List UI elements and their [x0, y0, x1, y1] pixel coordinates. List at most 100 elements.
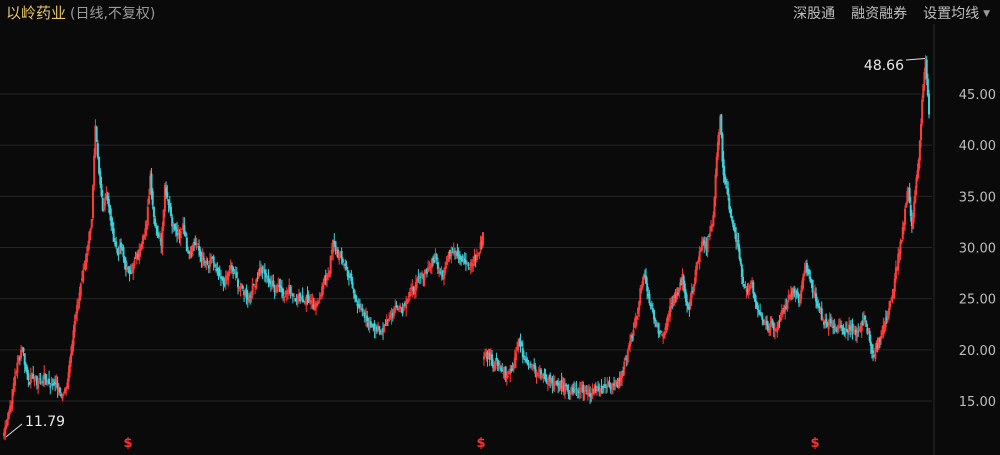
candle-body	[301, 295, 304, 302]
candle-body	[67, 372, 70, 382]
candle-body	[350, 273, 353, 282]
candle-body	[864, 315, 867, 320]
candle-body	[195, 245, 198, 249]
y-tick-label: 15.00	[959, 395, 996, 410]
dividend-marker[interactable]: $	[476, 436, 485, 451]
candle-body	[626, 350, 629, 363]
candle-body	[189, 254, 192, 256]
candle-body	[190, 253, 193, 255]
candle-body	[351, 281, 354, 289]
candle-body	[213, 265, 216, 267]
candle-body	[317, 302, 320, 304]
candle-body	[49, 385, 52, 388]
candle-body	[232, 267, 235, 272]
candle-body	[82, 269, 85, 282]
candle-body	[472, 263, 475, 267]
candle-body	[196, 243, 199, 245]
candle-body	[74, 314, 77, 319]
candle-body	[112, 228, 115, 242]
candle-body	[159, 236, 162, 238]
candle-body	[16, 362, 19, 373]
candle-body	[322, 284, 325, 290]
candle-body	[318, 297, 321, 300]
candle-body	[20, 349, 23, 359]
candle-body	[752, 282, 755, 294]
candle-body	[61, 394, 64, 399]
candle-body	[177, 231, 180, 233]
candle-body	[76, 304, 79, 314]
candle-body	[27, 373, 30, 381]
candle-body	[180, 229, 183, 231]
candle-body	[120, 242, 123, 248]
y-tick-label: 35.00	[959, 190, 996, 205]
candle-body	[44, 374, 47, 380]
candle-body	[33, 378, 36, 382]
y-tick-label: 25.00	[959, 293, 996, 308]
candle-body	[913, 201, 916, 218]
candle-body	[361, 308, 364, 312]
candle-body	[77, 301, 80, 304]
candlestick-chart[interactable]: 45.00 40.00 35.00 30.00 25.00 20.00 15.00 48.66…	[0, 0, 1000, 455]
candle-body	[412, 287, 415, 292]
dividend-marker[interactable]: $	[810, 436, 819, 451]
candle-body	[282, 289, 285, 296]
candle-body	[302, 300, 305, 303]
candle-body	[273, 284, 276, 293]
candle-body	[140, 243, 143, 249]
dividend-marker[interactable]: $	[123, 436, 132, 451]
candle-body	[467, 263, 470, 267]
candle-body	[257, 269, 260, 278]
candle-body	[283, 296, 286, 298]
candle-body	[150, 173, 153, 194]
y-tick-label: 20.00	[959, 344, 996, 359]
candle-body	[583, 391, 586, 395]
candle-body	[241, 286, 244, 289]
candle-body	[388, 319, 391, 321]
candle-body	[230, 265, 233, 268]
candle-body	[385, 320, 388, 326]
candle-body	[212, 256, 215, 263]
candle-body	[378, 326, 381, 330]
candle-body	[439, 271, 442, 274]
candle-body	[133, 260, 136, 267]
min-price-label: 11.79	[25, 414, 65, 430]
candle-body	[151, 191, 154, 206]
candle-body	[7, 411, 10, 420]
candle-body	[109, 205, 112, 215]
candle-body	[400, 307, 403, 309]
candle-body	[872, 350, 875, 354]
candle-body	[347, 277, 350, 279]
candle-body	[761, 316, 764, 320]
candle-body	[161, 226, 164, 249]
candle-body	[89, 228, 92, 234]
candle-body	[419, 276, 422, 278]
candle-body	[237, 279, 240, 288]
candle-body	[38, 380, 41, 382]
candle-body	[48, 378, 51, 385]
candle-body	[720, 114, 723, 136]
min-annotation-arrow	[5, 423, 23, 438]
candle-body	[115, 241, 118, 247]
candle-body	[22, 347, 25, 352]
candle-body	[191, 244, 194, 252]
candle-body	[413, 291, 416, 295]
candle-body	[111, 222, 114, 227]
candle-body	[256, 277, 259, 279]
y-tick-label: 40.00	[959, 139, 996, 154]
candle-body	[62, 394, 65, 396]
candle-body	[79, 283, 82, 296]
candle-body	[756, 305, 759, 311]
candle-body	[416, 278, 419, 283]
candle-body	[37, 382, 40, 389]
candle-body	[17, 358, 20, 361]
candle-body	[739, 258, 742, 264]
candle-body	[95, 126, 98, 142]
candle-body	[72, 330, 75, 347]
candle-body	[104, 197, 107, 206]
candle-body	[299, 293, 302, 301]
max-price-label: 48.66	[864, 58, 904, 74]
candle-body	[494, 360, 497, 370]
candle-body	[341, 258, 344, 263]
candle-body	[66, 382, 69, 389]
candle-body	[329, 255, 332, 275]
